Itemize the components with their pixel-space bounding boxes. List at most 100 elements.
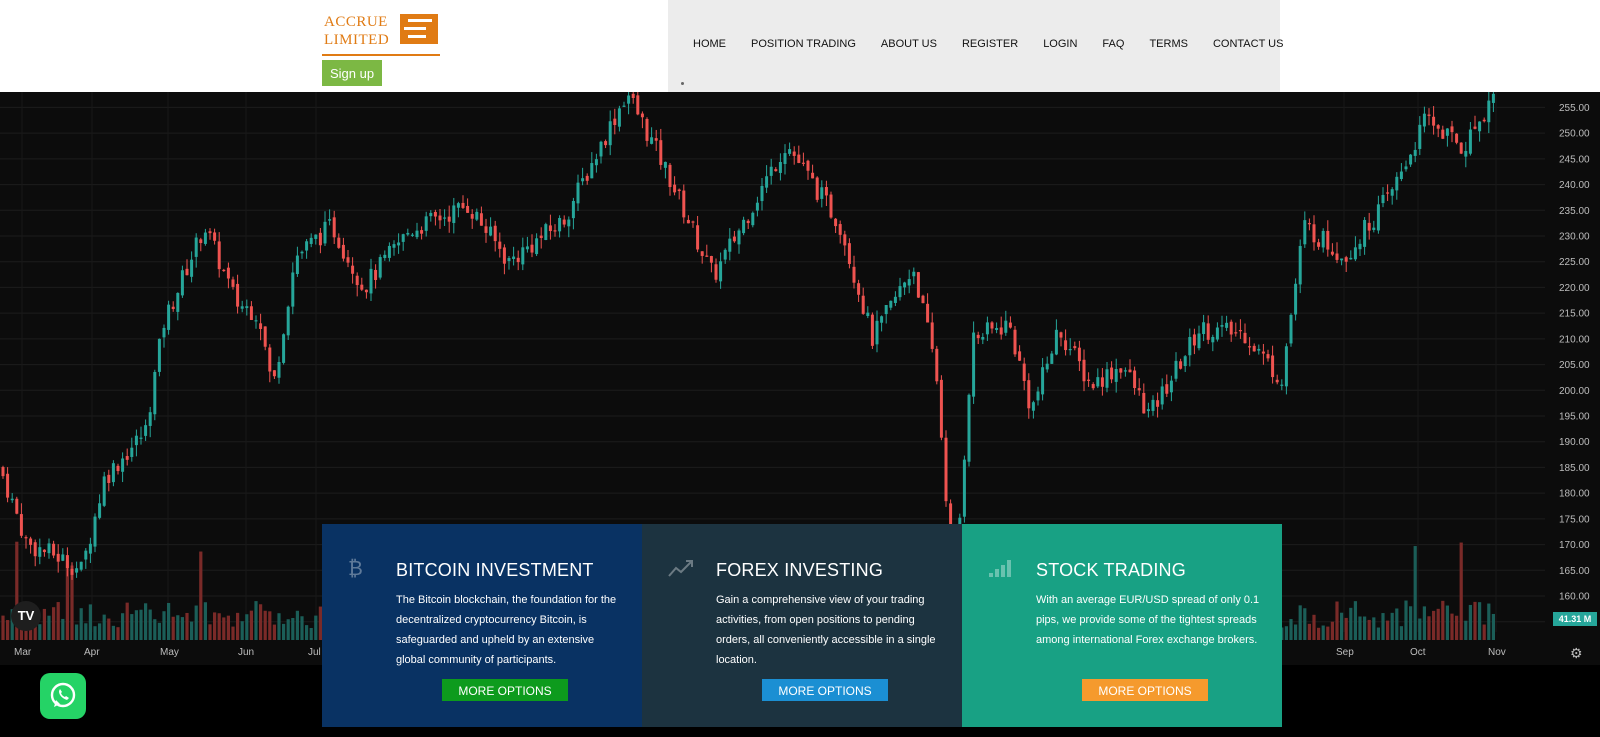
volume-bar — [1482, 624, 1486, 640]
candle-body — [944, 437, 948, 502]
feature-forex-investing: FOREX INVESTING Gain a comprehensive vie… — [642, 524, 962, 727]
volume-bar — [1468, 604, 1472, 640]
volume-bar — [259, 604, 263, 640]
candle-body — [1082, 359, 1086, 382]
nav-position-trading[interactable]: POSITION TRADING — [751, 38, 856, 50]
candle-body — [590, 163, 594, 179]
site-header: ACCRUE LIMITED Sign up HOME POSITION TRA… — [0, 0, 1600, 92]
candle-body — [682, 190, 686, 218]
candle-body — [447, 216, 451, 222]
brand-logo[interactable]: ACCRUE LIMITED — [322, 12, 440, 58]
nav-home[interactable]: HOME — [693, 38, 726, 50]
volume-bar — [263, 610, 267, 640]
volume-bar — [47, 615, 51, 640]
volume-bar — [1413, 546, 1417, 640]
volume-bar — [84, 623, 88, 640]
candle-body — [852, 266, 856, 283]
candle-body — [1413, 149, 1417, 156]
candle-body — [102, 476, 106, 506]
nav-login[interactable]: LOGIN — [1043, 38, 1077, 50]
candle-body — [406, 232, 410, 235]
volume-bar — [1358, 616, 1362, 640]
volume-bar — [249, 610, 253, 640]
volume-bar — [240, 621, 244, 640]
chart-settings-icon[interactable]: ⚙ — [1570, 645, 1583, 662]
signup-button[interactable]: Sign up — [322, 60, 382, 86]
candle-body — [272, 370, 276, 377]
candle-body — [162, 327, 166, 338]
candle-body — [351, 265, 355, 274]
candle-body — [783, 153, 787, 164]
candle-body — [415, 230, 419, 238]
volume-bar — [139, 609, 143, 640]
candle-body — [1353, 247, 1357, 260]
y-tick-label: 175.00 — [1559, 514, 1590, 525]
candle-body — [1123, 370, 1127, 372]
candle-body — [24, 537, 28, 539]
candle-body — [838, 224, 842, 235]
candle-body — [926, 303, 930, 323]
nav-terms[interactable]: TERMS — [1149, 38, 1188, 50]
volume-bar — [1491, 613, 1495, 640]
candle-body — [723, 249, 727, 260]
candle-body — [760, 185, 764, 202]
candle-body — [1229, 321, 1233, 335]
candle-body — [1197, 333, 1201, 349]
more-options-button[interactable]: MORE OPTIONS — [762, 679, 888, 701]
candle-body — [332, 217, 336, 238]
candle-body — [1238, 330, 1242, 332]
volume-bar — [277, 613, 281, 640]
volume-bar — [1478, 602, 1482, 640]
candle-body — [33, 542, 37, 557]
candle-body — [985, 322, 989, 335]
candle-body — [1045, 363, 1049, 370]
candle-body — [116, 465, 120, 472]
candle-body — [452, 205, 456, 224]
nav-faq[interactable]: FAQ — [1102, 38, 1124, 50]
candle-body — [1215, 327, 1219, 340]
candle-body — [1179, 361, 1183, 369]
candle-body — [636, 95, 640, 115]
candle-body — [286, 306, 290, 336]
candle-body — [1169, 380, 1173, 393]
candle-body — [999, 327, 1003, 335]
candle-body — [1013, 329, 1017, 355]
feature-title: STOCK TRADING — [1036, 560, 1186, 580]
nav-contact-us[interactable]: CONTACT US — [1213, 38, 1284, 50]
more-options-button[interactable]: MORE OPTIONS — [442, 679, 568, 701]
candle-body — [433, 211, 437, 217]
volume-bar — [1464, 620, 1468, 640]
candle-body — [125, 456, 129, 460]
candle-body — [558, 217, 562, 232]
nav-register[interactable]: REGISTER — [962, 38, 1018, 50]
tradingview-logo-icon[interactable]: TV — [11, 601, 41, 631]
candle-body — [1372, 227, 1376, 230]
candle-body — [52, 543, 56, 556]
candle-body — [728, 238, 732, 252]
logo-mark-icon — [400, 14, 438, 44]
candle-body — [10, 498, 14, 501]
candle-body — [1450, 126, 1454, 133]
candle-body — [1183, 356, 1187, 367]
candle-body — [1137, 388, 1141, 391]
volume-bar — [98, 623, 102, 640]
candle-body — [544, 224, 548, 240]
candle-body — [424, 216, 428, 231]
candle-body — [420, 230, 424, 234]
volume-bar — [1312, 614, 1316, 640]
whatsapp-icon[interactable] — [40, 673, 86, 719]
candle-body — [778, 162, 782, 173]
candle-body — [38, 547, 42, 557]
more-options-button[interactable]: MORE OPTIONS — [1082, 679, 1208, 701]
candle-body — [663, 161, 667, 168]
candle-body — [705, 255, 709, 257]
volume-bar — [1307, 623, 1311, 640]
candle-body — [456, 203, 460, 208]
candle-body — [79, 561, 83, 570]
candle-body — [295, 255, 299, 275]
candle-body — [1271, 355, 1275, 378]
nav-about-us[interactable]: ABOUT US — [881, 38, 937, 50]
volume-bar — [1487, 603, 1491, 640]
candle-body — [972, 332, 976, 397]
volume-bar — [180, 617, 184, 640]
